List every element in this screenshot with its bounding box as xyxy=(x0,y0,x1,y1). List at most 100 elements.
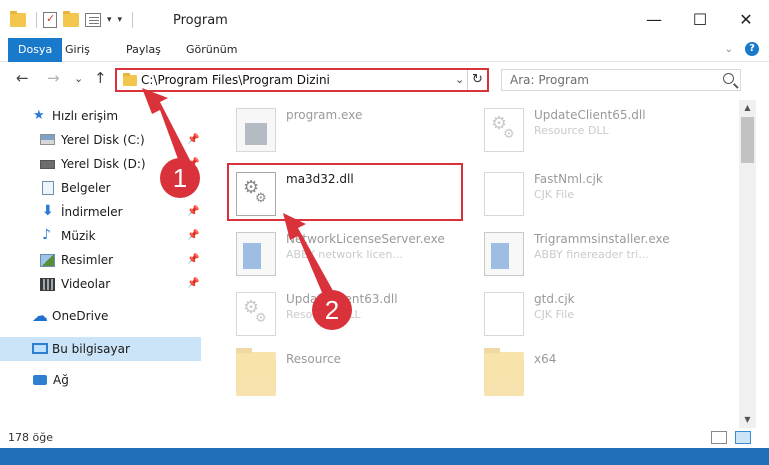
sidebar-item-downloads[interactable]: ⬇ İndirmeler 📌 xyxy=(0,201,201,223)
folder-icon xyxy=(484,348,524,396)
file-highlight-box xyxy=(227,163,463,221)
search-icon[interactable] xyxy=(723,73,734,84)
navigation-bar: ← → ⌄ ↑ C:\Program Files\Program Dizini … xyxy=(0,63,769,97)
file-item[interactable]: Trigrammsinstaller.exe ABBY finereader t… xyxy=(464,224,704,280)
sidebar-item-label: Resimler xyxy=(61,253,114,267)
gear-file-icon xyxy=(236,292,276,336)
sidebar-item-label: Ağ xyxy=(53,373,69,387)
up-button[interactable]: ↑ xyxy=(94,69,107,87)
scroll-thumb[interactable] xyxy=(741,117,754,163)
sidebar-item-onedrive[interactable]: ☁ OneDrive xyxy=(0,305,201,327)
file-type: CJK File xyxy=(534,188,575,201)
chevron-down-icon[interactable]: ⌄ xyxy=(455,73,464,86)
file-item[interactable]: UpdateClient65.dll Resource DLL xyxy=(464,100,704,156)
file-type: ABBY network licen... xyxy=(286,248,403,261)
vertical-scrollbar[interactable]: ▲ ▼ xyxy=(739,100,756,428)
new-folder-icon[interactable] xyxy=(63,11,79,27)
customize-toolbar-icon[interactable]: ▾ xyxy=(118,15,123,25)
sidebar-item-quick-access[interactable]: ★ Hızlı erişim xyxy=(0,105,201,127)
app-icon xyxy=(236,232,276,276)
annotation-step-1: 1 xyxy=(160,158,200,198)
pictures-icon xyxy=(40,254,55,267)
sidebar-item-disk-c[interactable]: Yerel Disk (C:) 📌 xyxy=(0,129,201,151)
annotation-step-2: 2 xyxy=(312,290,352,330)
sidebar-item-label: Yerel Disk (C:) xyxy=(61,133,145,147)
disk-icon xyxy=(40,160,55,169)
title-bar: ▾ ▾ Program — ☐ ✕ xyxy=(0,0,769,38)
taskbar-strip xyxy=(0,448,769,465)
file-item[interactable]: x64 xyxy=(464,344,704,400)
view-icon[interactable] xyxy=(85,13,101,27)
sidebar-item-label: OneDrive xyxy=(52,309,109,323)
maximize-button[interactable]: ☐ xyxy=(677,0,723,38)
ribbon-tabs: Dosya Giriş Paylaş Görünüm ⌄ ? xyxy=(0,38,769,62)
expand-ribbon-icon[interactable]: ⌄ xyxy=(725,44,733,55)
forward-button[interactable]: → xyxy=(47,69,60,87)
sidebar-item-this-pc[interactable]: Bu bilgisayar xyxy=(0,337,201,361)
pin-icon[interactable]: 📌 xyxy=(187,230,199,241)
sidebar-item-network[interactable]: Ağ xyxy=(0,369,201,391)
file-list: program.exe UpdateClient65.dll Resource … xyxy=(206,100,739,428)
file-item[interactable]: Resource xyxy=(216,344,456,400)
search-input[interactable]: Ara: Program xyxy=(501,69,741,91)
file-item[interactable]: program.exe xyxy=(216,100,456,156)
file-name: NetworkLicenseServer.exe xyxy=(286,232,445,246)
item-count: 178 öğe xyxy=(8,431,53,444)
file-type: Resource DLL xyxy=(534,124,609,137)
toolbar-divider xyxy=(132,12,134,28)
music-icon: ♪ xyxy=(42,227,51,243)
sidebar-item-label: Videolar xyxy=(61,277,111,291)
back-button[interactable]: ← xyxy=(16,69,29,87)
file-name: FastNml.cjk xyxy=(534,172,603,186)
file-name: Resource xyxy=(286,352,342,366)
video-icon xyxy=(40,278,55,291)
sidebar-item-label: Hızlı erişim xyxy=(52,109,119,123)
chevron-down-icon[interactable]: ▾ xyxy=(107,15,112,25)
document-icon xyxy=(484,292,524,336)
tab-giris[interactable]: Giriş xyxy=(55,38,100,62)
file-item[interactable]: FastNml.cjk CJK File xyxy=(464,164,704,220)
file-name: Trigrammsinstaller.exe xyxy=(534,232,670,246)
folder-icon xyxy=(10,11,26,27)
ribbon-controls: ⌄ ? xyxy=(725,42,759,56)
minimize-button[interactable]: — xyxy=(631,0,677,38)
close-button[interactable]: ✕ xyxy=(723,0,769,38)
pin-icon[interactable]: 📌 xyxy=(187,206,199,217)
pin-icon[interactable]: 📌 xyxy=(187,278,199,289)
file-item[interactable]: gtd.cjk CJK File xyxy=(464,284,704,340)
scroll-up-icon[interactable]: ▲ xyxy=(739,100,756,116)
window-title: Program xyxy=(173,13,228,28)
file-name: gtd.cjk xyxy=(534,292,575,306)
tab-paylas[interactable]: Paylaş xyxy=(116,38,171,62)
sidebar-item-label: Bu bilgisayar xyxy=(52,342,130,356)
sidebar-item-music[interactable]: ♪ Müzik 📌 xyxy=(0,225,201,247)
cloud-icon: ☁ xyxy=(32,306,48,325)
properties-icon[interactable] xyxy=(43,12,57,28)
address-bar[interactable]: C:\Program Files\Program Dizini ⌄ ↻ xyxy=(115,68,489,92)
scroll-down-icon[interactable]: ▼ xyxy=(739,412,756,428)
gear-file-icon xyxy=(484,108,524,152)
computer-icon xyxy=(32,343,48,354)
file-name: UpdateClient65.dll xyxy=(534,108,646,122)
star-icon: ★ xyxy=(33,108,45,123)
status-bar: 178 öğe xyxy=(0,428,769,448)
navigation-pane: ★ Hızlı erişim Yerel Disk (C:) 📌 Yerel D… xyxy=(0,100,203,428)
network-icon xyxy=(33,375,47,385)
sidebar-item-label: Belgeler xyxy=(61,181,111,195)
quick-access-toolbar: ▾ ▾ xyxy=(10,11,134,28)
refresh-icon[interactable]: ↻ xyxy=(467,70,487,90)
file-name: x64 xyxy=(534,352,557,366)
sidebar-item-pictures[interactable]: Resimler 📌 xyxy=(0,249,201,271)
large-icons-view-icon[interactable] xyxy=(735,431,751,444)
tab-gorunum[interactable]: Görünüm xyxy=(176,38,247,62)
sidebar-item-label: İndirmeler xyxy=(61,205,123,219)
pin-icon[interactable]: 📌 xyxy=(187,134,199,145)
recent-locations-button[interactable]: ⌄ xyxy=(74,72,83,85)
sidebar-item-videos[interactable]: Videolar 📌 xyxy=(0,273,201,295)
address-path[interactable]: C:\Program Files\Program Dizini xyxy=(141,73,330,87)
details-view-icon[interactable] xyxy=(711,431,727,444)
help-icon[interactable]: ? xyxy=(745,42,759,56)
file-type: ABBY finereader tri... xyxy=(534,248,649,261)
file-item[interactable]: NetworkLicenseServer.exe ABBY network li… xyxy=(216,224,456,280)
pin-icon[interactable]: 📌 xyxy=(187,254,199,265)
